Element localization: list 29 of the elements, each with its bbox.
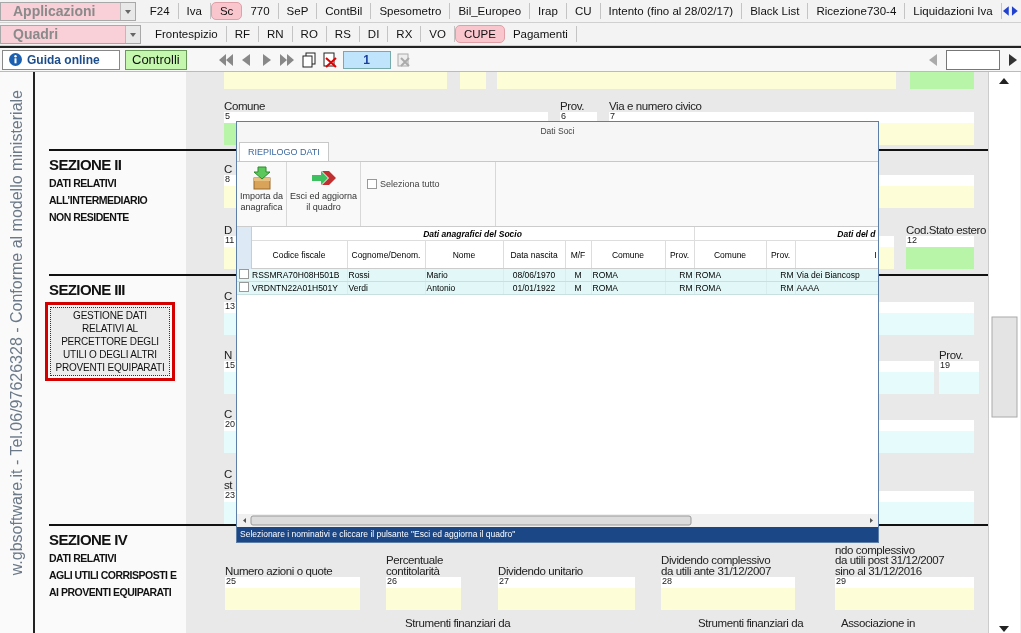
- group-header: Dati anagrafici del Socio: [251, 227, 695, 241]
- field-label: Prov.: [560, 99, 584, 111]
- section-subtitle: DATI RELATIVI ALL’INTERMEDIARIO NON RESIDENTE: [49, 176, 149, 225]
- field-label: Numero azioni o quote: [225, 564, 333, 576]
- field-label: Comune: [224, 99, 266, 111]
- vertical-caption: w.gbsoftware.it - Tel.06/97626328 - Conforme al modello ministeriale: [7, 90, 26, 576]
- field-label: Via e numero civico: [609, 99, 702, 111]
- field-label: Dividendo complessivo da utili ante 31/12/2007: [661, 554, 771, 576]
- field-label: Cod.Stato estero: [906, 223, 986, 235]
- field-label: Prov.: [939, 348, 963, 360]
- field-label: C: [224, 407, 232, 419]
- field-label: D: [224, 223, 232, 235]
- field-label: C: [224, 289, 232, 301]
- section-title: SEZIONE IV: [49, 531, 129, 548]
- field-label: Strumenti finanziari da: [698, 616, 804, 628]
- group-header: Dati del d: [694, 227, 878, 241]
- field-label: ndo complessivo da utili post 31/12/2007 sino al 31/12/2016: [835, 543, 945, 576]
- dialog-title: Dati Soci: [539, 125, 576, 138]
- status-bar: Selezionare i nominativi e cliccare il pulsante "Esci ed aggiorna il quadro": [237, 527, 878, 542]
- field-label: Strumenti finanziari da: [405, 616, 511, 628]
- section-title: SEZIONE II: [49, 156, 123, 173]
- field-label: N: [224, 348, 232, 360]
- field-label: C: [224, 162, 232, 174]
- section-title: SEZIONE III: [49, 281, 126, 298]
- field-label: Dividendo unitario: [498, 564, 583, 576]
- field-label: Percentuale contitolarità: [386, 554, 443, 576]
- field-label: Associazione in: [841, 616, 915, 628]
- section-subtitle: DATI RELATIVI AGLI UTILI CORRISPOSTI E AI PROVENTI EQUIPARATI: [49, 551, 178, 600]
- field-label: C st: [224, 468, 233, 490]
